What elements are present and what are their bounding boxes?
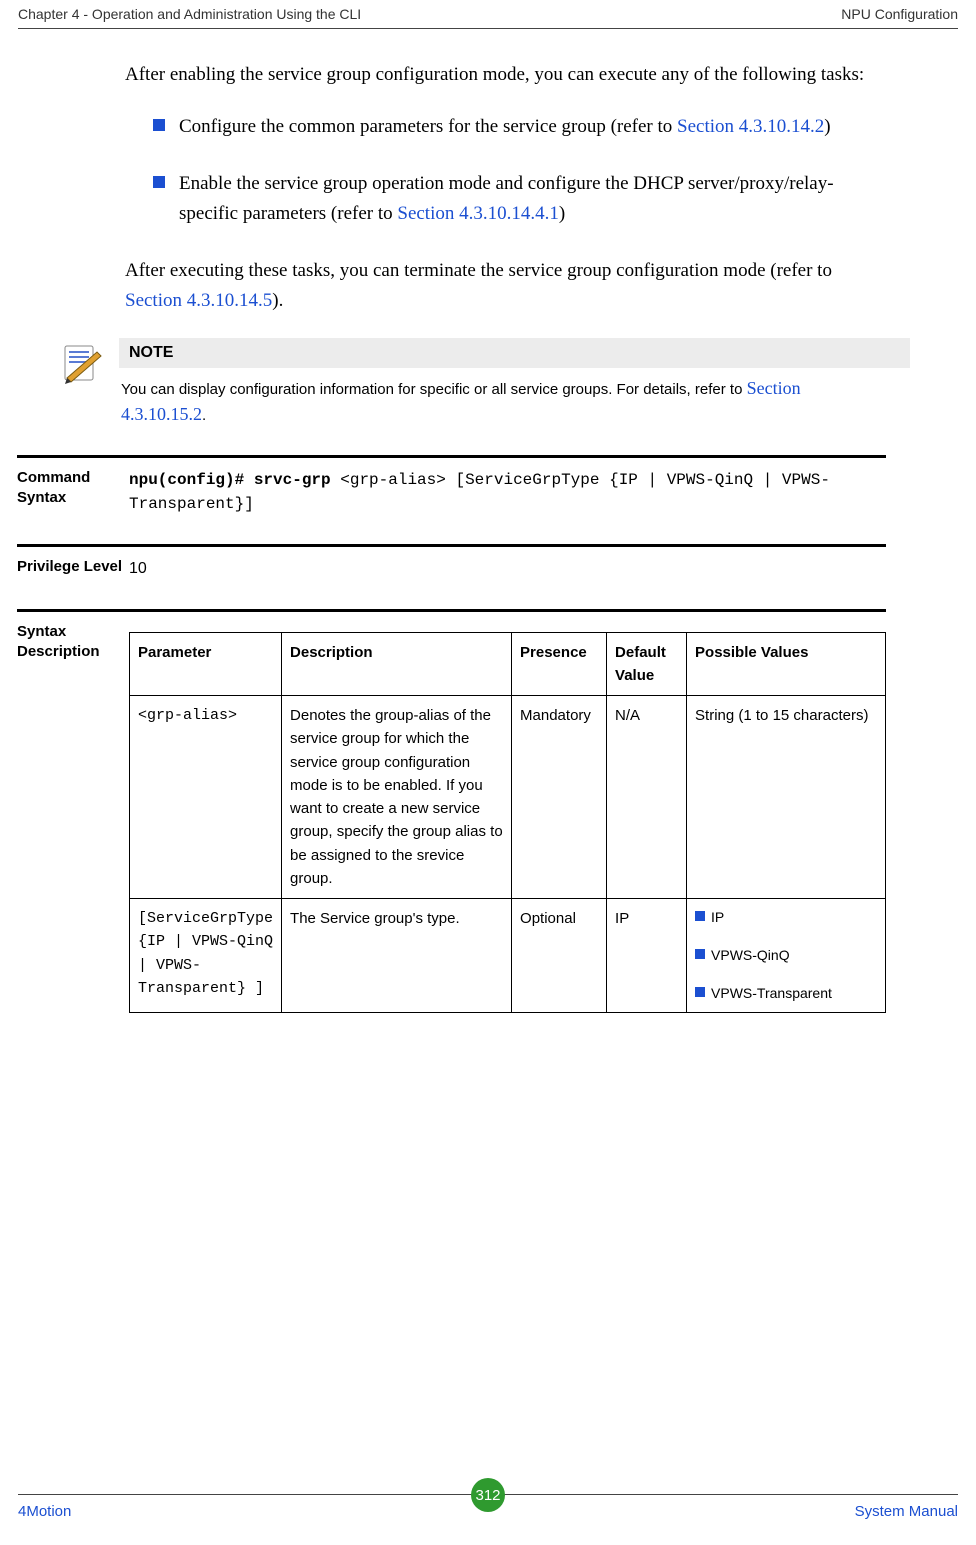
note-text-post: . <box>202 407 206 424</box>
table-row: [ServiceGrpType {IP | VPWS-QinQ | VPWS-T… <box>130 899 886 1013</box>
col-possible-values: Possible Values <box>687 632 886 696</box>
possible-value-item: VPWS-QinQ <box>695 945 877 967</box>
list-item: Configure the common parameters for the … <box>153 112 886 142</box>
privilege-level-value: 10 <box>129 557 886 581</box>
note-body: NOTE You can display configuration infor… <box>119 338 886 426</box>
command-syntax-label: Command Syntax <box>17 468 129 509</box>
command-syntax-value: npu(config)# srvc-grp <grp-alias> [Servi… <box>129 468 886 516</box>
cell-parameter: <grp-alias> <box>130 696 282 899</box>
after-text-post: ). <box>272 290 283 311</box>
command-syntax-row: Command Syntax npu(config)# srvc-grp <gr… <box>17 455 886 544</box>
section-link[interactable]: Section 4.3.10.14.4.1 <box>397 203 559 224</box>
command-syntax-bold: npu(config)# srvc-grp <box>129 471 331 489</box>
col-default-value: Default Value <box>607 632 687 696</box>
table-header-row: Parameter Description Presence Default V… <box>130 632 886 696</box>
cell-presence: Optional <box>512 899 607 1013</box>
col-presence: Presence <box>512 632 607 696</box>
cell-possible-values: String (1 to 15 characters) <box>687 696 886 899</box>
possible-values-list: IP VPWS-QinQ VPWS-Transparent <box>695 907 877 1004</box>
page-content: After enabling the service group configu… <box>125 60 886 1013</box>
header-right: NPU Configuration <box>841 6 958 22</box>
note-text-pre: You can display configuration informatio… <box>121 381 747 398</box>
cell-description: The Service group's type. <box>282 899 512 1013</box>
note-title: NOTE <box>119 338 910 368</box>
cell-description: Denotes the group-alias of the service g… <box>282 696 512 899</box>
bullet-text-pre: Configure the common parameters for the … <box>179 116 677 137</box>
after-paragraph: After executing these tasks, you can ter… <box>125 256 886 317</box>
cell-default-value: IP <box>607 899 687 1013</box>
syntax-description-value: Parameter Description Presence Default V… <box>129 622 886 1014</box>
syntax-table: Parameter Description Presence Default V… <box>129 632 886 1014</box>
col-parameter: Parameter <box>130 632 282 696</box>
col-description: Description <box>282 632 512 696</box>
cell-possible-values: IP VPWS-QinQ VPWS-Transparent <box>687 899 886 1013</box>
privilege-level-row: Privilege Level 10 <box>17 544 886 609</box>
note-block: NOTE You can display configuration infor… <box>59 338 886 426</box>
privilege-level-label: Privilege Level <box>17 557 129 577</box>
note-text: You can display configuration informatio… <box>119 368 886 426</box>
possible-value-item: VPWS-Transparent <box>695 983 877 1005</box>
note-icon <box>59 342 103 386</box>
definition-section: Command Syntax npu(config)# srvc-grp <gr… <box>17 455 886 1014</box>
footer-right: System Manual <box>855 1503 958 1520</box>
section-link[interactable]: Section 4.3.10.14.2 <box>677 116 824 137</box>
after-text-pre: After executing these tasks, you can ter… <box>125 260 832 281</box>
cell-parameter: [ServiceGrpType {IP | VPWS-QinQ | VPWS-T… <box>130 899 282 1013</box>
syntax-description-label: Syntax Description <box>17 622 129 663</box>
header-left: Chapter 4 - Operation and Administration… <box>18 6 361 22</box>
footer-left: 4Motion <box>18 1503 71 1520</box>
bullet-text-post: ) <box>824 116 830 137</box>
page-footer: 4Motion 312 System Manual <box>18 1494 958 1531</box>
bullet-text-post: ) <box>559 203 565 224</box>
section-link[interactable]: Section 4.3.10.14.5 <box>125 290 272 311</box>
list-item: Enable the service group operation mode … <box>153 169 886 230</box>
syntax-description-row: Syntax Description Parameter Description <box>17 609 886 1014</box>
cell-default-value: N/A <box>607 696 687 899</box>
table-row: <grp-alias> Denotes the group-alias of t… <box>130 696 886 899</box>
possible-value-item: IP <box>695 907 877 929</box>
page-header: Chapter 4 - Operation and Administration… <box>18 6 958 29</box>
cell-presence: Mandatory <box>512 696 607 899</box>
intro-paragraph: After enabling the service group configu… <box>125 60 886 90</box>
intro-bullet-list: Configure the common parameters for the … <box>153 112 886 229</box>
page-number-badge: 312 <box>471 1478 505 1512</box>
